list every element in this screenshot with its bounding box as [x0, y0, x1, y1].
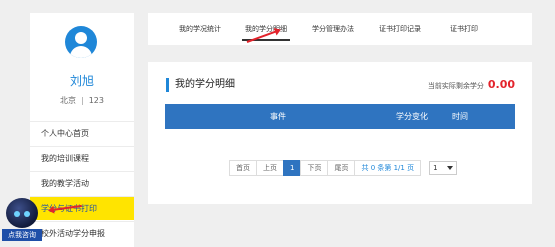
avatar-icon [65, 26, 97, 58]
column-credit-change: 学分变化 [396, 112, 428, 121]
consult-label: 点我咨询 [2, 229, 42, 241]
user-id: 123 [88, 96, 104, 105]
sidebar-item-external-credits[interactable]: 校外活动学分申报 [30, 221, 134, 245]
section-title: 我的学分明细 [166, 78, 235, 92]
page-last-button[interactable]: 尾页 [327, 160, 356, 176]
page-select-value: 1 [433, 164, 438, 172]
credit-details-panel: 我的学分明细 当前实际剩余学分 0.00 事件 学分变化 时间 首页 上页 1 下… [148, 62, 532, 204]
tab-print-certificate[interactable]: 证书打印 [446, 13, 482, 45]
page-info: 共 0 条第 1/1 页 [354, 160, 422, 176]
column-event: 事件 [270, 112, 286, 121]
robot-icon [6, 198, 38, 228]
page-prev-button[interactable]: 上页 [256, 160, 284, 176]
page-select[interactable]: 1 [429, 161, 458, 175]
user-city: 北京 [60, 96, 76, 105]
sidebar-item-credits-certificates[interactable]: 学分与证书打印 [30, 196, 134, 220]
page-first-button[interactable]: 首页 [229, 160, 257, 176]
sidebar-item-teaching[interactable]: 我的教学活动 [30, 171, 134, 195]
tab-study-stats[interactable]: 我的学况统计 [176, 13, 224, 45]
user-name: 刘旭 [69, 74, 94, 88]
sidebar: 刘旭 北京 | 123 个人中心首页 我的培训课程 我的教学活动 学分与证书打印 校… [30, 13, 134, 247]
table-header: 事件 学分变化 时间 [165, 104, 515, 129]
consult-helper-button[interactable]: 点我咨询 [0, 196, 44, 247]
sidebar-item-courses[interactable]: 我的培训课程 [30, 146, 134, 170]
tab-print-records[interactable]: 证书打印记录 [374, 13, 426, 45]
balance-value: 0.00 [487, 78, 515, 91]
column-time: 时间 [452, 112, 468, 121]
page-next-button[interactable]: 下页 [300, 160, 329, 176]
tab-bar: 我的学况统计 我的学分明细 学分管理办法 证书打印记录 证书打印 [148, 13, 532, 45]
balance-label: 当前实际剩余学分 [427, 82, 484, 90]
chevron-down-icon [447, 166, 454, 170]
sidebar-item-home[interactable]: 个人中心首页 [30, 121, 134, 145]
user-meta: 北京 | 123 [30, 95, 134, 106]
user-meta-separator: | [81, 96, 84, 105]
page-current-button[interactable]: 1 [283, 160, 302, 176]
tab-credit-rules[interactable]: 学分管理办法 [309, 13, 357, 45]
credit-balance: 当前实际剩余学分 0.00 [428, 78, 515, 92]
pagination: 首页 上页 1 下页 尾页 共 0 条第 1/1 页 1 [229, 160, 458, 176]
